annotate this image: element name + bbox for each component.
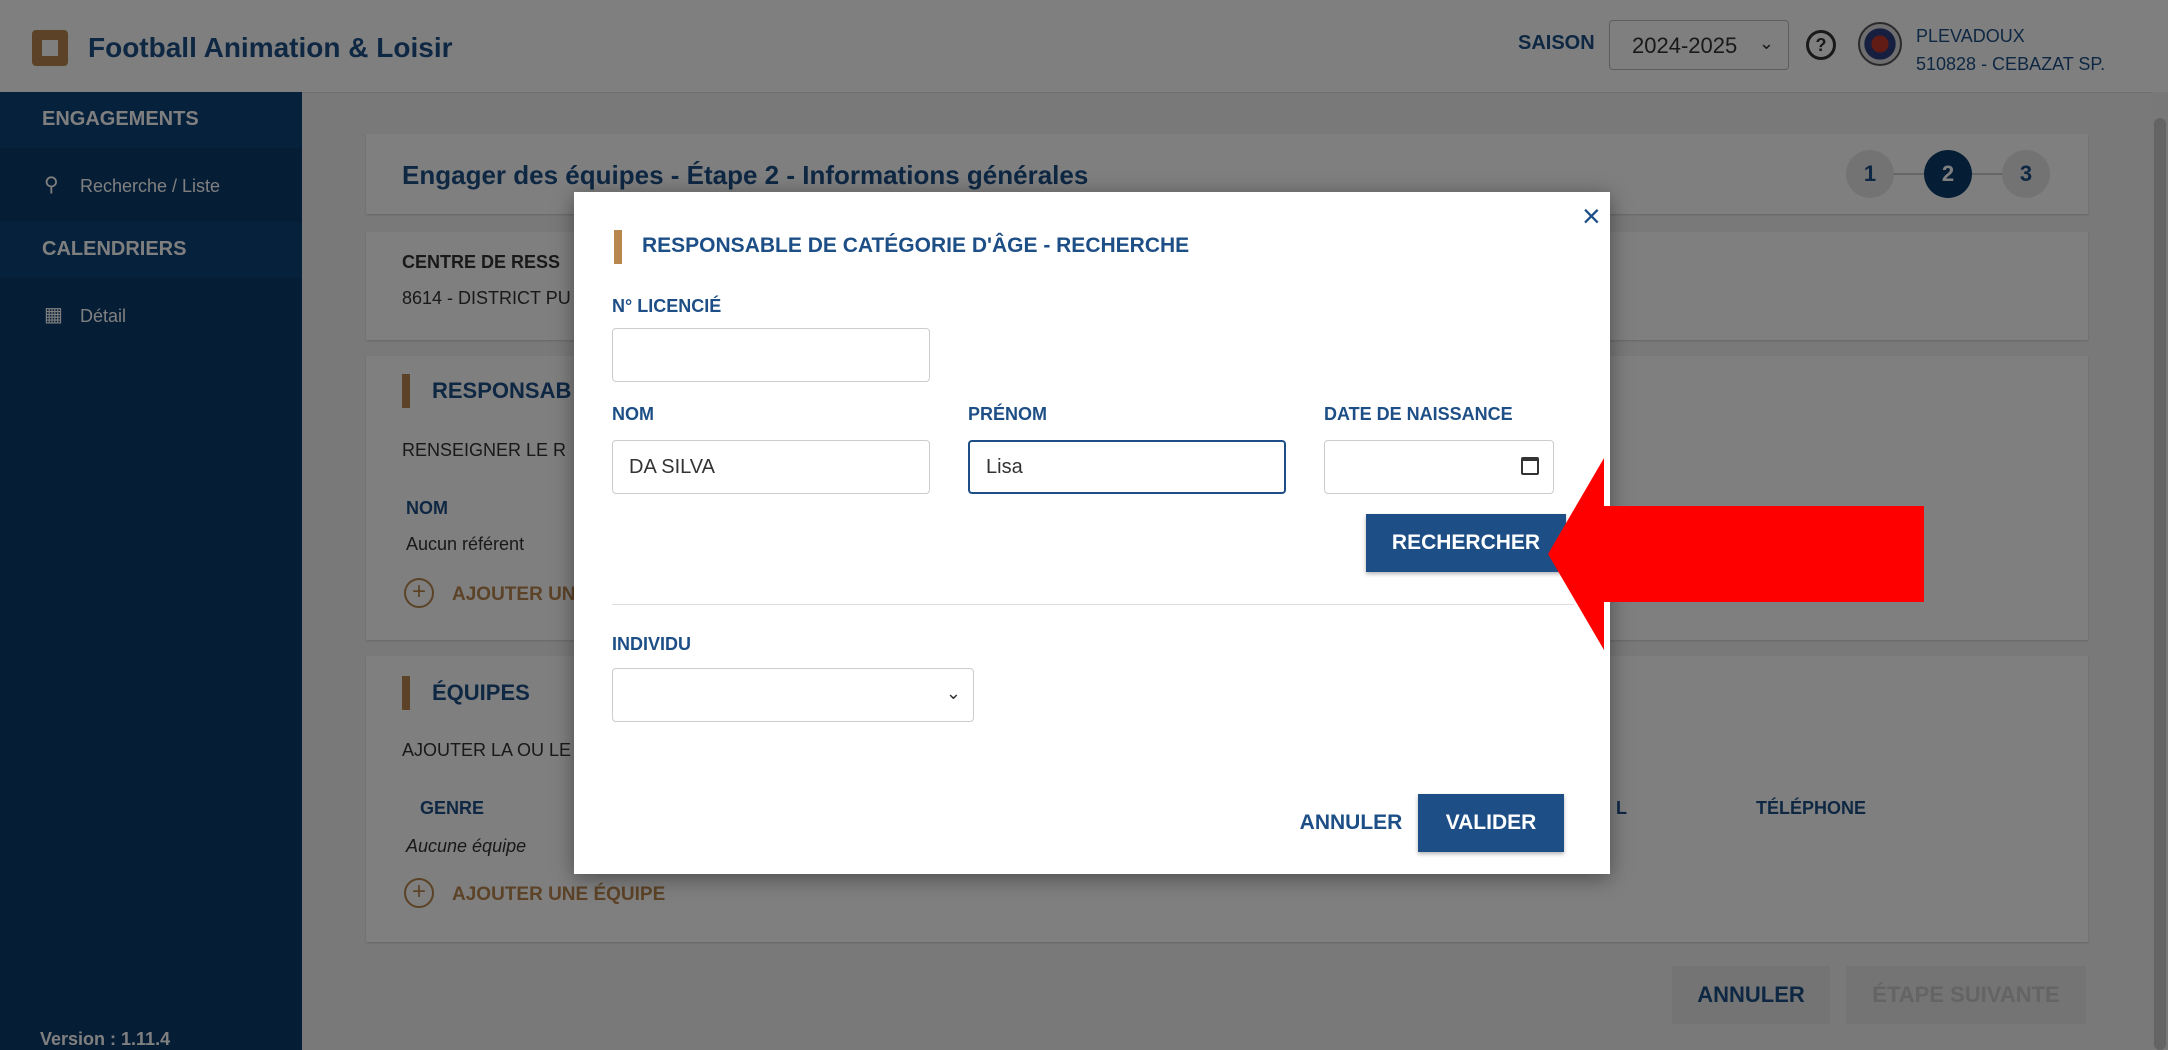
modal-title: RESPONSABLE DE CATÉGORIE D'ÂGE - RECHERC… bbox=[642, 234, 1190, 257]
individu-select[interactable]: ⌄ bbox=[612, 668, 974, 722]
licence-label: N° LICENCIÉ bbox=[612, 296, 722, 316]
modal-cancel-button[interactable]: ANNULER bbox=[1276, 794, 1426, 852]
calendar-icon[interactable] bbox=[1521, 457, 1539, 475]
naissance-label: DATE DE NAISSANCE bbox=[1324, 404, 1513, 424]
validate-button[interactable]: VALIDER bbox=[1418, 794, 1564, 852]
licence-input[interactable] bbox=[612, 328, 930, 382]
close-icon[interactable]: × bbox=[1582, 198, 1601, 235]
search-button[interactable]: RECHERCHER bbox=[1366, 514, 1566, 572]
nom-label: NOM bbox=[612, 404, 654, 424]
red-arrow-icon bbox=[1548, 458, 1924, 650]
naissance-input[interactable] bbox=[1324, 440, 1554, 494]
prenom-input[interactable] bbox=[968, 440, 1286, 494]
individu-label: INDIVIDU bbox=[612, 634, 692, 654]
search-modal: × RESPONSABLE DE CATÉGORIE D'ÂGE - RECHE… bbox=[574, 192, 1610, 874]
accent-bar bbox=[614, 230, 622, 264]
nom-input[interactable] bbox=[612, 440, 930, 494]
prenom-label: PRÉNOM bbox=[968, 404, 1048, 424]
chevron-down-icon: ⌄ bbox=[945, 683, 961, 703]
divider bbox=[612, 604, 1574, 605]
